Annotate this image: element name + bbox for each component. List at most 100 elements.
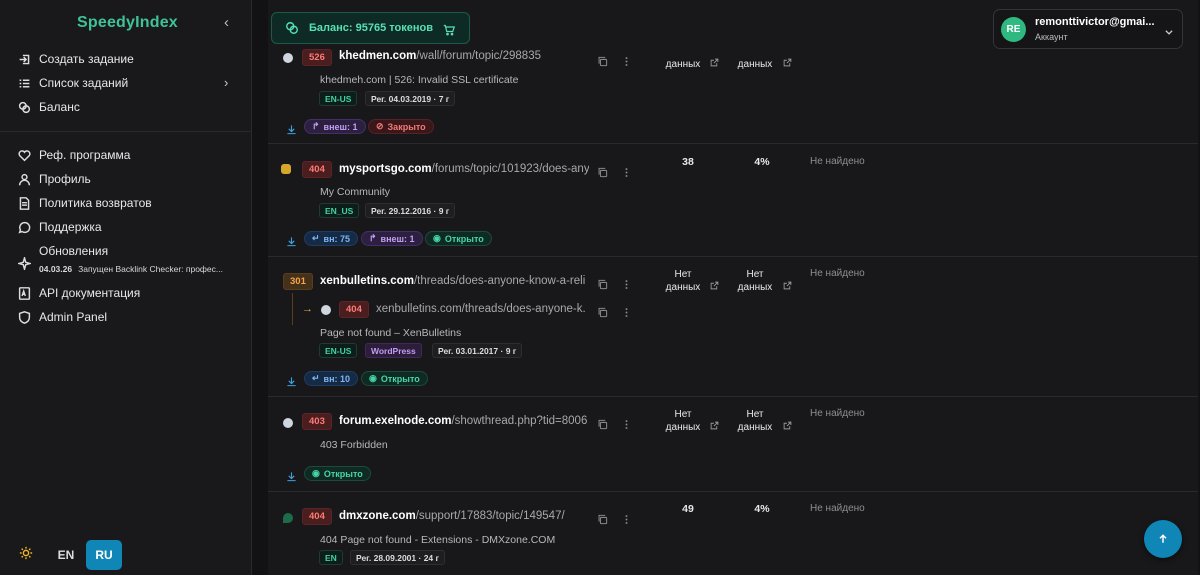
closed-status-pill[interactable]: ⊘ Закрыто bbox=[368, 119, 434, 134]
external-links-pill[interactable]: ↱ внеш: 1 bbox=[361, 231, 423, 246]
external-link-icon[interactable] bbox=[783, 54, 792, 67]
eye-off-icon: ⊘ bbox=[376, 121, 384, 131]
status-code-badge: 301 bbox=[283, 273, 313, 290]
copy-icon[interactable] bbox=[597, 277, 608, 290]
cms-tag: WordPress bbox=[365, 343, 422, 358]
sidebar-item-refund-policy[interactable]: Политика возвратов bbox=[18, 194, 152, 212]
sidebar-item-admin-panel[interactable]: Admin Panel bbox=[18, 308, 107, 326]
status-code-badge: 526 bbox=[302, 49, 332, 66]
registration-tag: Рег. 29.12.2016 · 9 г bbox=[365, 203, 456, 218]
more-menu-icon[interactable] bbox=[621, 512, 632, 524]
internal-links-pill[interactable]: ↵ вн: 75 bbox=[304, 231, 359, 246]
metric-2-value: Нет данных bbox=[737, 409, 773, 433]
coins-icon bbox=[18, 101, 31, 114]
download-icon[interactable] bbox=[286, 122, 297, 135]
theme-toggle-sun-icon[interactable] bbox=[19, 546, 33, 560]
download-icon[interactable] bbox=[286, 469, 297, 482]
sidebar-item-label: Создать задание bbox=[39, 52, 134, 66]
more-menu-icon[interactable] bbox=[621, 54, 632, 66]
redirect-url[interactable]: xenbulletins.com/threads/does-anyone-k..… bbox=[376, 303, 586, 315]
copy-icon[interactable] bbox=[597, 305, 608, 318]
copy-icon[interactable] bbox=[597, 512, 608, 525]
language-tag: EN-US bbox=[319, 343, 358, 358]
sidebar-item-label: Профиль bbox=[39, 172, 91, 186]
sidebar-item-task-list[interactable]: Список заданий bbox=[18, 74, 128, 92]
brand-logo[interactable]: SpeedyIndex bbox=[77, 14, 178, 32]
sidebar-item-label: Admin Panel bbox=[39, 310, 108, 324]
sidebar-item-updates[interactable]: Обновления bbox=[18, 242, 108, 270]
page-title: 404 Page not found - Extensions - DMXzon… bbox=[320, 534, 556, 546]
chevron-right-icon[interactable]: › bbox=[224, 75, 228, 90]
more-menu-icon[interactable] bbox=[621, 417, 632, 429]
open-status-pill[interactable]: ◉ Открыто bbox=[361, 371, 428, 386]
result-url[interactable]: xenbulletins.com/threads/does-anyone-kno… bbox=[320, 275, 585, 287]
sidebar-item-label: Поддержка bbox=[39, 220, 102, 234]
result-url[interactable]: forum.exelnode.com/showthread.php?tid=80… bbox=[339, 415, 589, 427]
eye-icon: ◉ bbox=[433, 233, 441, 243]
metric-1-value: 38 bbox=[682, 156, 694, 168]
account-menu[interactable]: RE remonttivictor@gmai... Аккаунт bbox=[993, 9, 1183, 49]
metric-2-value: 4% bbox=[754, 156, 770, 168]
sidebar-divider bbox=[0, 131, 252, 132]
lang-en-button[interactable]: EN bbox=[50, 541, 82, 568]
task-list-icon bbox=[18, 77, 31, 90]
copy-icon[interactable] bbox=[597, 165, 608, 178]
sidebar-item-balance[interactable]: Баланс bbox=[18, 98, 80, 116]
sparkle-icon bbox=[18, 256, 31, 270]
external-link-icon[interactable] bbox=[710, 417, 719, 430]
update-date: 04.03.26 bbox=[39, 264, 73, 274]
sidebar-item-create-task[interactable]: Создать задание bbox=[18, 50, 134, 68]
registration-tag: Рег. 03.01.2017 · 9 г bbox=[432, 343, 523, 358]
external-link-icon[interactable] bbox=[783, 277, 792, 290]
scroll-to-top-button[interactable] bbox=[1144, 520, 1182, 558]
sidebar-item-support[interactable]: Поддержка bbox=[18, 218, 102, 236]
index-status: Не найдено bbox=[810, 156, 865, 167]
lang-ru-button[interactable]: RU bbox=[86, 540, 122, 570]
sidebar-item-label: API документация bbox=[39, 286, 141, 300]
site-favicon bbox=[321, 305, 331, 315]
balance-button[interactable]: Баланс: 95765 токенов bbox=[271, 12, 470, 44]
download-icon[interactable] bbox=[286, 374, 297, 387]
external-link-icon[interactable] bbox=[783, 417, 792, 430]
create-task-icon bbox=[18, 53, 31, 66]
cart-icon[interactable] bbox=[443, 23, 456, 36]
site-favicon bbox=[283, 53, 293, 63]
result-url[interactable]: khedmen.com/wall/forum/topic/298835 bbox=[339, 50, 599, 62]
metric-1-value: Нет данных bbox=[665, 269, 701, 293]
sidebar-item-label: Реф. программа bbox=[39, 148, 131, 162]
external-link-icon[interactable] bbox=[710, 277, 719, 290]
page-title: Page not found – XenBulletins bbox=[320, 327, 462, 339]
external-link-icon[interactable] bbox=[710, 54, 719, 67]
language-tag: EN_US bbox=[319, 203, 360, 218]
main-content: 526 khedmen.com/wall/forum/topic/298835 … bbox=[252, 0, 1200, 575]
chevron-down-icon[interactable] bbox=[1164, 24, 1174, 35]
app-root: SpeedyIndex ‹ Создать задание Список зад… bbox=[0, 0, 1200, 575]
shield-icon bbox=[18, 310, 31, 324]
sidebar-item-api-docs[interactable]: API документация bbox=[18, 284, 140, 302]
arrow-up-icon bbox=[1159, 534, 1167, 543]
more-menu-icon[interactable] bbox=[621, 305, 632, 317]
more-menu-icon[interactable] bbox=[621, 277, 632, 289]
eye-icon: ◉ bbox=[369, 373, 377, 383]
document-icon bbox=[18, 196, 31, 210]
sidebar-item-referral[interactable]: Реф. программа bbox=[18, 146, 130, 164]
result-url[interactable]: dmxzone.com/support/17883/topic/149547/ bbox=[339, 510, 589, 522]
external-links-pill[interactable]: ↱ внеш: 1 bbox=[304, 119, 366, 134]
index-status: Не найдено bbox=[810, 503, 865, 514]
index-status: Не найдено bbox=[810, 408, 865, 419]
more-menu-icon[interactable] bbox=[621, 165, 632, 177]
collapse-sidebar-icon[interactable]: ‹ bbox=[224, 14, 229, 31]
open-status-pill[interactable]: ◉ Открыто bbox=[304, 466, 371, 481]
result-url[interactable]: mysportsgo.com/forums/topic/101923/does-… bbox=[339, 163, 589, 175]
copy-icon[interactable] bbox=[597, 54, 608, 67]
copy-icon[interactable] bbox=[597, 417, 608, 430]
download-icon[interactable] bbox=[286, 234, 297, 247]
redirect-line bbox=[292, 293, 293, 325]
redirect-arrow-icon: ↱ bbox=[312, 121, 320, 131]
sidebar-item-profile[interactable]: Профиль bbox=[18, 170, 91, 188]
redirect-arrow-icon: ↱ bbox=[369, 233, 377, 243]
internal-links-pill[interactable]: ↵ вн: 10 bbox=[304, 371, 359, 386]
account-label: Аккаунт bbox=[1035, 32, 1068, 42]
update-news[interactable]: 04.03.26 Запущен Backlink Checker: профес… bbox=[39, 264, 239, 274]
open-status-pill[interactable]: ◉ Открыто bbox=[425, 231, 492, 246]
